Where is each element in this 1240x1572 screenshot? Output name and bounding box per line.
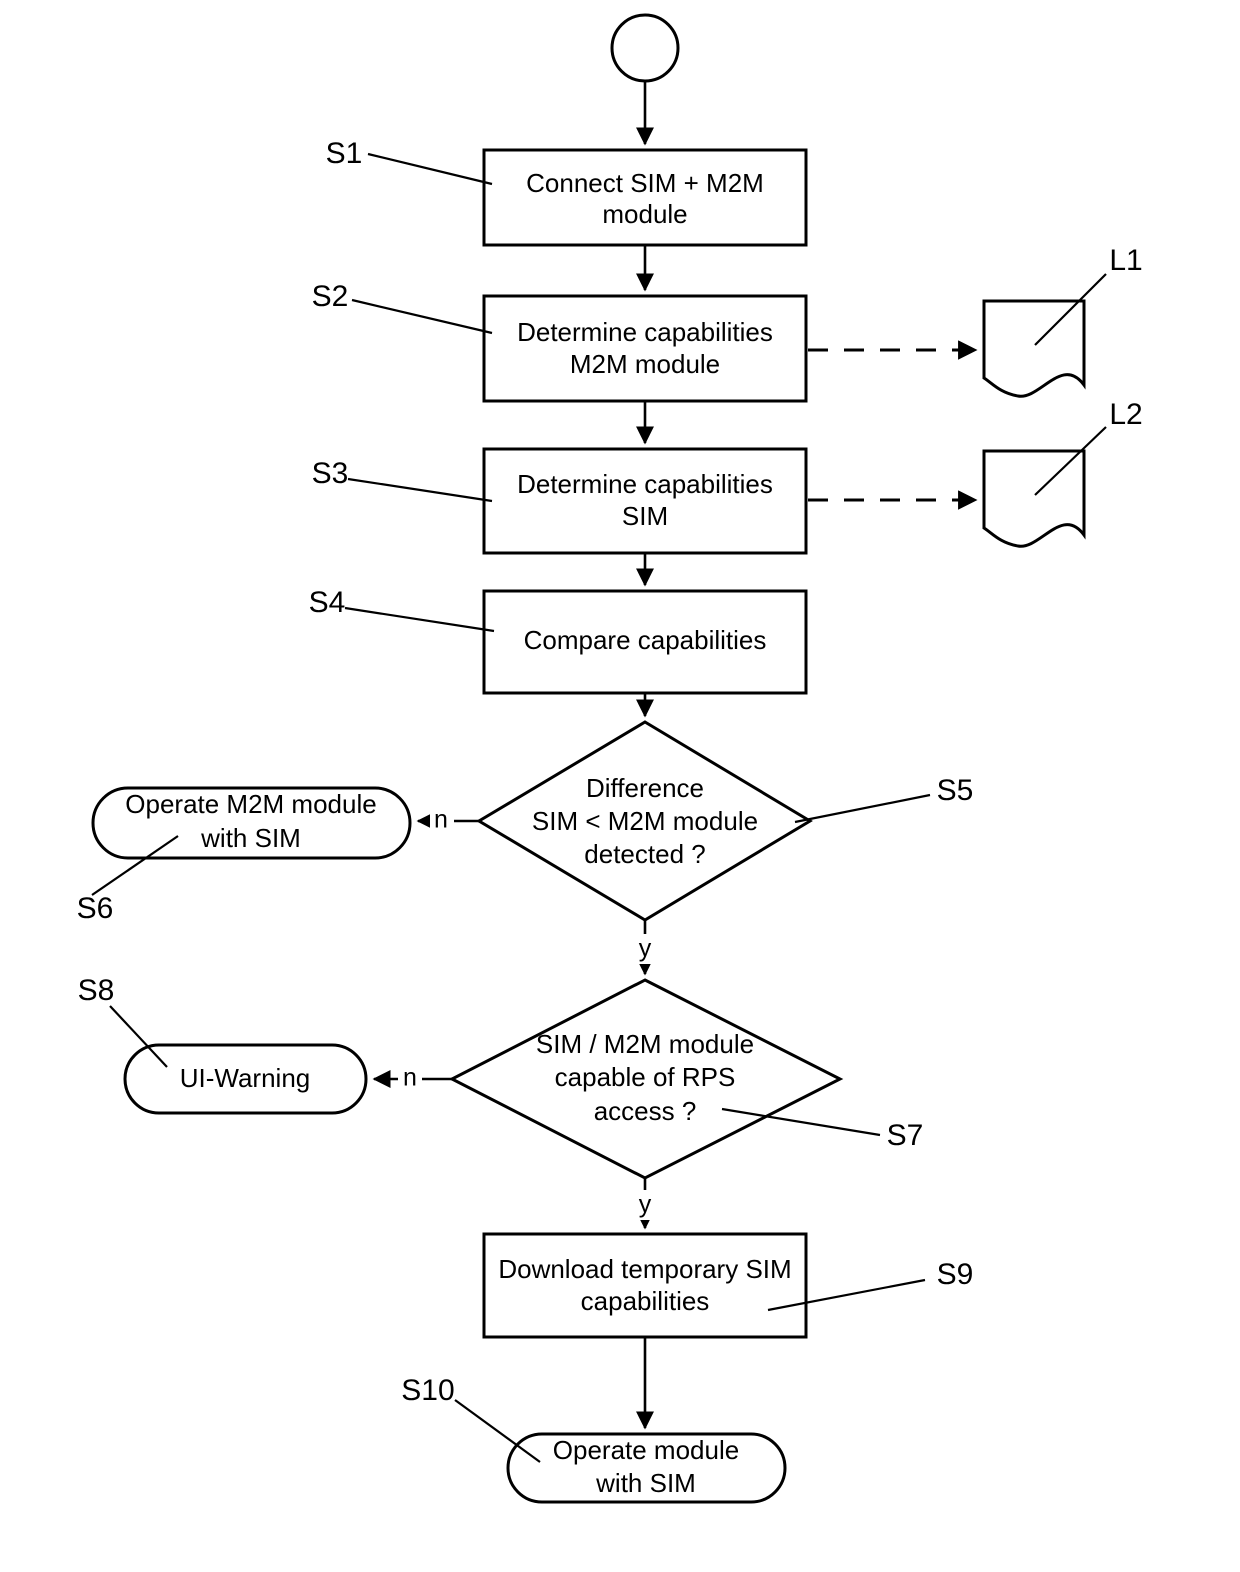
branch-label-s7-no: n xyxy=(403,1064,417,1092)
node-s5-line-2: SIM < M2M module xyxy=(532,806,758,836)
ref-label-s4: S4 xyxy=(309,586,346,619)
ref-label-s5: S5 xyxy=(937,774,974,807)
node-s1-line-2: module xyxy=(602,199,687,229)
node-s7-line-1: SIM / M2M module xyxy=(536,1029,754,1059)
node-s5-line-3: detected ? xyxy=(584,839,705,869)
start-circle xyxy=(610,13,680,83)
node-s10-line-2: with SIM xyxy=(595,1468,696,1498)
node-s9-line-2: capabilities xyxy=(581,1286,710,1316)
leader-s2 xyxy=(351,298,493,335)
node-s3-line-2: SIM xyxy=(622,501,668,531)
ref-label-s10: S10 xyxy=(401,1374,454,1407)
ref-label-s8: S8 xyxy=(78,974,115,1007)
ref-label-s1: S1 xyxy=(326,137,363,170)
node-s4-line-1: Compare capabilities xyxy=(524,625,767,655)
ref-label-l1: L1 xyxy=(1109,244,1142,277)
node-s6-line-2: with SIM xyxy=(200,823,301,853)
leader-s1 xyxy=(367,152,493,186)
node-s1-line-1: Connect SIM + M2M xyxy=(526,168,764,198)
node-s2-line-1: Determine capabilities xyxy=(517,317,773,347)
ref-label-l2: L2 xyxy=(1109,398,1142,431)
leader-s3 xyxy=(347,477,493,503)
leader-s4 xyxy=(344,606,495,633)
node-s9-line-1: Download temporary SIM xyxy=(498,1254,791,1284)
leader-s10 xyxy=(454,1399,541,1463)
node-s5-line-1: Difference xyxy=(586,773,704,803)
leader-s5 xyxy=(794,793,931,824)
node-s7-line-3: access ? xyxy=(594,1096,697,1126)
ref-label-s9: S9 xyxy=(937,1258,974,1291)
node-l1-document xyxy=(982,299,1086,398)
branch-label-s5-no: n xyxy=(434,806,448,834)
node-s2-line-2: M2M module xyxy=(570,349,720,379)
node-s10-line-1: Operate module xyxy=(553,1435,739,1465)
node-s8-line-1: UI-Warning xyxy=(180,1063,311,1093)
branch-label-s5-yes: y xyxy=(639,935,652,963)
flowchart-svg: Connect SIM + M2M module S1 Determine ca… xyxy=(77,13,1143,1504)
flowchart-canvas: Connect SIM + M2M module S1 Determine ca… xyxy=(0,0,1240,1572)
ref-label-s6: S6 xyxy=(77,892,114,925)
branch-label-s7-yes: y xyxy=(639,1191,652,1219)
ref-label-s7: S7 xyxy=(887,1119,924,1152)
node-s7-line-2: capable of RPS xyxy=(555,1062,736,1092)
node-s3-line-1: Determine capabilities xyxy=(517,469,773,499)
node-l2-document xyxy=(982,449,1086,548)
ref-label-s2: S2 xyxy=(312,280,349,313)
ref-label-s3: S3 xyxy=(312,457,349,490)
node-s6-line-1: Operate M2M module xyxy=(125,789,376,819)
